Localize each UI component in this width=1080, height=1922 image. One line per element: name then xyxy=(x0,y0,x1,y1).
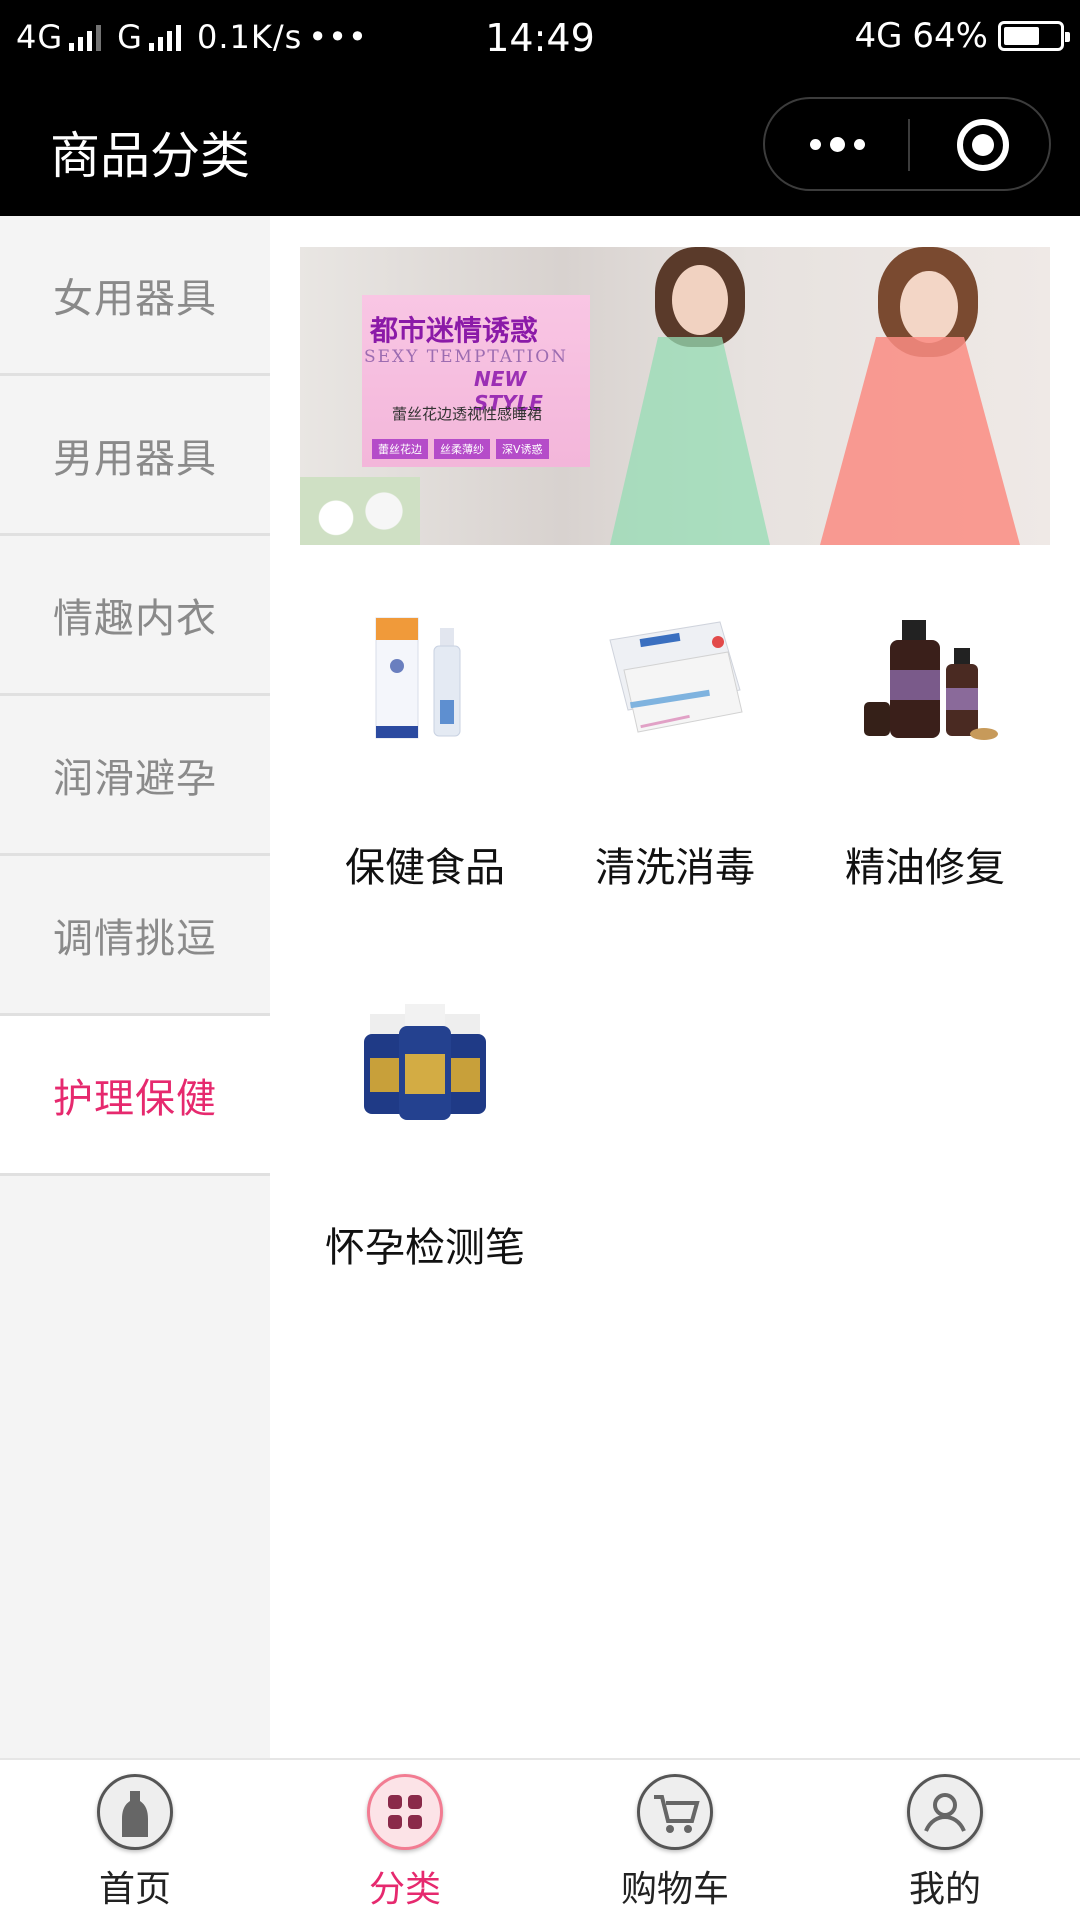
flowers-decoration xyxy=(300,477,420,545)
tab-category[interactable]: 分类 xyxy=(270,1760,540,1922)
product-label: 保健食品 xyxy=(345,845,505,891)
mini-program-capsule xyxy=(763,97,1051,191)
spray-bottle-icon xyxy=(350,600,500,750)
more-button[interactable] xyxy=(765,99,909,189)
battery-percent: 64% xyxy=(912,16,988,56)
sidebar-item-men[interactable]: 男用器具 xyxy=(0,376,270,536)
network-type-right: 4G xyxy=(854,16,903,56)
tab-home[interactable]: 首页 xyxy=(0,1760,270,1922)
battery-icon xyxy=(998,21,1070,51)
model-face-2 xyxy=(900,271,958,343)
banner-tag: 深V诱惑 xyxy=(496,439,549,459)
sidebar-item-lubricant[interactable]: 润滑避孕 xyxy=(0,696,270,856)
user-icon xyxy=(907,1774,983,1850)
product-label: 怀孕检测笔 xyxy=(325,1225,525,1271)
sidebar-item-flirt[interactable]: 调情挑逗 xyxy=(0,856,270,1016)
banner-text-card: 都市迷情诱惑 SEXY TEMPTATION NEW STYLE 蕾丝花边透视性… xyxy=(362,295,590,467)
close-circle-icon[interactable] xyxy=(957,119,1009,171)
home-bottle-icon xyxy=(97,1774,173,1850)
cart-icon xyxy=(637,1774,713,1850)
status-right: 4G 64% xyxy=(854,16,1070,56)
banner-title: 都市迷情诱惑 xyxy=(370,314,539,347)
more-dot-icon xyxy=(853,138,865,150)
tab-label: 分类 xyxy=(368,1869,441,1910)
tab-cart[interactable]: 购物车 xyxy=(540,1760,810,1922)
test-kit-icon xyxy=(600,600,750,750)
tab-label: 我的 xyxy=(908,1869,981,1910)
nav-bar: 商品分类 xyxy=(0,78,1080,216)
banner-tag: 蕾丝花边 xyxy=(372,439,428,459)
promo-banner[interactable]: 都市迷情诱惑 SEXY TEMPTATION NEW STYLE 蕾丝花边透视性… xyxy=(300,247,1050,545)
status-bar: 4G G 0.1K/s ••• 14:49 4G 64% xyxy=(0,0,1080,78)
battery-fill xyxy=(1004,27,1039,45)
model-dress-green xyxy=(610,337,770,545)
model-dress-pink xyxy=(820,337,1020,545)
capsule-divider xyxy=(908,119,910,171)
banner-english-title: SEXY TEMPTATION xyxy=(364,347,569,367)
product-label: 精油修复 xyxy=(845,845,1005,891)
product-label: 清洗消毒 xyxy=(595,845,755,891)
supplement-bottles-icon xyxy=(350,980,500,1130)
tab-label: 购物车 xyxy=(620,1869,729,1910)
essential-oil-icon xyxy=(850,600,1000,750)
more-dot-icon xyxy=(829,136,845,152)
sidebar-item-women[interactable]: 女用器具 xyxy=(0,216,270,376)
model-face-1 xyxy=(672,265,728,335)
banner-tag: 丝柔薄纱 xyxy=(434,439,490,459)
sidebar-item-lingerie[interactable]: 情趣内衣 xyxy=(0,536,270,696)
category-sidebar: 女用器具 男用器具 情趣内衣 润滑避孕 调情挑逗 护理保健 xyxy=(0,216,270,1758)
tab-label: 首页 xyxy=(98,1869,171,1910)
sidebar-item-healthcare[interactable]: 护理保健 xyxy=(0,1016,270,1176)
tab-mine[interactable]: 我的 xyxy=(810,1760,1080,1922)
more-dot-icon xyxy=(809,138,821,150)
page-title: 商品分类 xyxy=(50,127,250,185)
banner-subtitle: 蕾丝花边透视性感睡裙 xyxy=(392,405,543,423)
tab-bar: 首页 分类 购物车 我的 xyxy=(0,1758,1080,1922)
banner-tags: 蕾丝花边 丝柔薄纱 深V诱惑 xyxy=(372,439,549,459)
category-grid-icon xyxy=(367,1774,443,1850)
